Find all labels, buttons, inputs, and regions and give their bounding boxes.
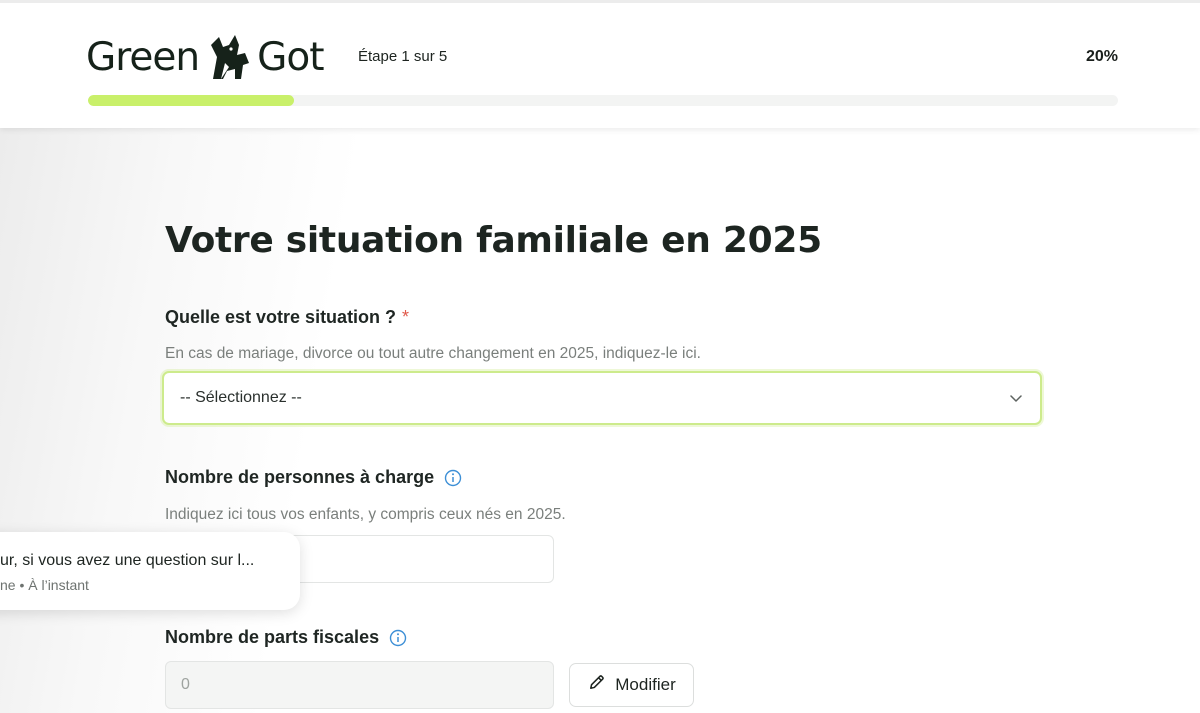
situation-hint: En cas de mariage, divorce ou tout autre… — [165, 345, 701, 362]
step-indicator: Étape 1 sur 5 — [358, 48, 448, 65]
logo[interactable]: Green Got — [86, 33, 324, 81]
dependents-hint: Indiquez ici tous vos enfants, y compris… — [165, 506, 566, 523]
page-header: Green Got Étape 1 sur 5 20% — [0, 0, 1200, 128]
situation-select[interactable]: -- Sélectionnez -- — [162, 371, 1042, 425]
info-icon[interactable] — [389, 629, 407, 647]
dependents-label: Nombre de personnes à charge — [165, 467, 462, 488]
chevron-down-icon — [1008, 390, 1024, 406]
chat-notification[interactable]: ur, si vous avez une question sur l... n… — [0, 532, 300, 610]
required-mark: * — [402, 307, 410, 327]
tax-shares-input-value: 0 — [181, 676, 190, 693]
situation-label: Quelle est votre situation ? * — [165, 307, 409, 328]
situation-label-text: Quelle est votre situation ? — [165, 307, 397, 327]
modify-button-label: Modifier — [615, 675, 676, 694]
tax-shares-input: 0 — [165, 661, 554, 709]
tax-shares-label-text: Nombre de parts fiscales — [165, 627, 380, 647]
page-title: Votre situation familiale en 2025 — [165, 220, 822, 261]
progress-percent: 20% — [1085, 48, 1118, 65]
logo-text-left: Green — [86, 34, 200, 80]
progress-bar-fill — [88, 95, 294, 106]
fox-logo-icon — [207, 33, 251, 81]
chat-meta: ne • À l’instant — [0, 577, 89, 593]
dependents-label-text: Nombre de personnes à charge — [165, 467, 435, 487]
situation-select-value: -- Sélectionnez -- — [180, 389, 302, 406]
progress-bar — [88, 95, 1118, 106]
tax-shares-label: Nombre de parts fiscales — [165, 627, 407, 648]
logo-text-right: Got — [257, 34, 324, 80]
pencil-icon — [587, 673, 606, 697]
chat-message: ur, si vous avez une question sur l... — [0, 552, 255, 569]
info-icon[interactable] — [444, 469, 462, 487]
modify-button[interactable]: Modifier — [569, 663, 694, 707]
